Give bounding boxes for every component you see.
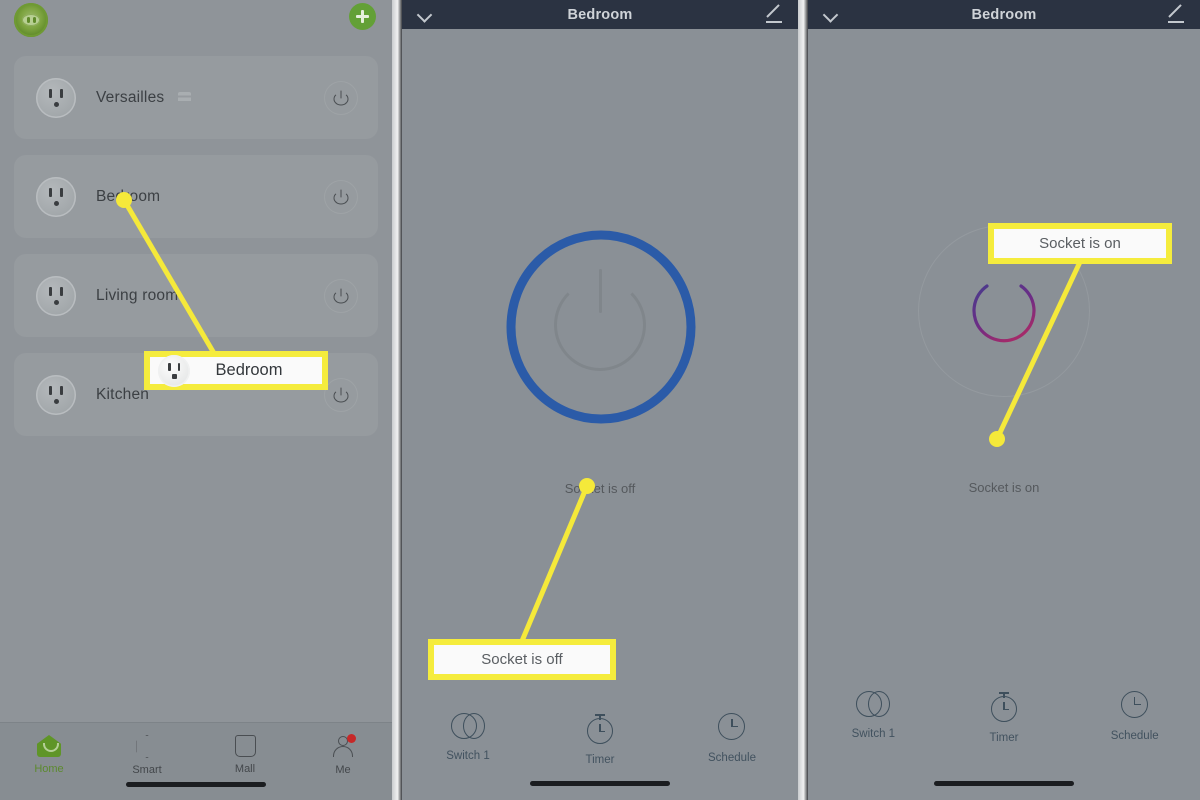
device-name: Bedroom (96, 188, 160, 206)
fn-tab-switch-1[interactable]: Switch 1 (402, 713, 534, 766)
power-button-area[interactable] (500, 225, 700, 425)
chevron-left-icon[interactable] (822, 6, 839, 23)
person-icon (331, 734, 356, 758)
fn-tab-timer[interactable]: Timer (534, 713, 666, 766)
device-label: Bedroom (96, 187, 161, 205)
row-power-toggle[interactable] (324, 279, 358, 313)
tab-mall[interactable]: Mall (196, 723, 294, 800)
socket-icon (36, 374, 76, 415)
power-icon (333, 189, 349, 204)
power-icon (333, 288, 349, 303)
hexagon-icon (136, 735, 158, 758)
socket-icon (36, 176, 76, 217)
fn-tab-schedule[interactable]: Schedule (666, 713, 798, 766)
socket-icon (36, 77, 76, 118)
stopwatch-icon (586, 713, 614, 744)
home-indicator (530, 781, 670, 786)
panel-device-detail-off: Bedroom Socket is off Switch 1 Timer Sch… (402, 0, 798, 800)
tab-label: Smart (132, 764, 162, 776)
home-indicator (934, 781, 1074, 786)
tab-smart[interactable]: Smart (98, 723, 196, 800)
notification-badge (347, 734, 356, 743)
device-name: Kitchen (96, 386, 149, 404)
tab-home[interactable]: Home (0, 723, 98, 800)
power-icon (333, 90, 349, 105)
power-button-on-icon (961, 268, 1047, 354)
row-power-toggle[interactable] (324, 378, 358, 412)
clock-icon (718, 713, 746, 741)
home-icon (37, 735, 61, 757)
socket-state-label: Socket is on (968, 480, 1040, 495)
function-tab-bar: Switch 1 Timer Schedule (808, 691, 1200, 744)
panel-device-detail-on: Bedroom Socket is on Switch 1 Timer Sche… (808, 0, 1200, 800)
tab-label: Me (335, 764, 351, 776)
device-row-versailles[interactable]: Versailles (14, 56, 378, 139)
panel-divider (798, 0, 808, 800)
screenshot-stage: Versailles Bedroom Living room Kitchen H… (0, 0, 1200, 800)
fn-tab-switch-1[interactable]: Switch 1 (808, 691, 939, 744)
device-name: Versailles (96, 89, 191, 107)
detail-header: Bedroom (808, 0, 1200, 29)
device-row-living-room[interactable]: Living room (14, 254, 378, 337)
fn-tab-label: Schedule (1110, 730, 1159, 742)
power-icon (333, 387, 349, 402)
fn-tab-label: Timer (989, 732, 1019, 744)
detail-body: Socket is on Switch 1 Timer Schedule (808, 29, 1200, 800)
device-row-bedroom[interactable]: Bedroom (14, 155, 378, 238)
stopwatch-icon (990, 691, 1018, 722)
tab-label: Mall (234, 763, 256, 775)
power-button-area[interactable] (904, 225, 1104, 425)
function-tab-bar: Switch 1 Timer Schedule (402, 713, 798, 766)
fn-tab-schedule[interactable]: Schedule (1069, 691, 1200, 744)
page-title: Bedroom (567, 6, 633, 23)
chevron-left-icon[interactable] (416, 6, 433, 23)
device-badge-icon (177, 91, 191, 103)
device-label: Living room (96, 286, 179, 304)
power-button-off-icon (554, 269, 646, 371)
clock-icon (1120, 691, 1149, 719)
detail-header: Bedroom (402, 0, 798, 29)
pencil-icon[interactable] (1168, 3, 1184, 23)
switch-icon (856, 691, 891, 717)
device-row-kitchen[interactable]: Kitchen (14, 353, 378, 436)
panel-divider (392, 0, 402, 800)
switch-icon (451, 713, 485, 739)
socket-icon (36, 275, 76, 316)
fn-tab-timer[interactable]: Timer (939, 691, 1070, 744)
detail-body: Socket is off Switch 1 Timer Schedule (402, 29, 798, 800)
fn-tab-label: Schedule (708, 752, 756, 764)
device-name: Living room (96, 287, 178, 305)
device-label: Versailles (96, 88, 165, 106)
socket-state-label: Socket is off (564, 481, 636, 496)
home-topbar (0, 0, 392, 56)
page-title: Bedroom (971, 6, 1037, 23)
tab-label: Home (34, 763, 64, 775)
fn-tab-label: Switch 1 (446, 750, 490, 762)
pencil-icon[interactable] (766, 3, 782, 23)
add-device-button[interactable] (349, 3, 376, 30)
fn-tab-label: Switch 1 (851, 728, 896, 740)
bag-icon (234, 735, 256, 757)
fn-tab-label: Timer (585, 754, 615, 766)
bottom-tab-bar: Home Smart Mall Me (0, 722, 392, 800)
row-power-toggle[interactable] (324, 180, 358, 214)
app-logo-icon (14, 3, 48, 37)
row-power-toggle[interactable] (324, 81, 358, 115)
device-list: Versailles Bedroom Living room Kitchen (0, 56, 392, 436)
tab-me[interactable]: Me (294, 723, 392, 800)
panel-device-list: Versailles Bedroom Living room Kitchen H… (0, 0, 392, 800)
home-indicator (126, 782, 266, 787)
device-label: Kitchen (96, 385, 150, 403)
plus-icon (361, 10, 364, 23)
